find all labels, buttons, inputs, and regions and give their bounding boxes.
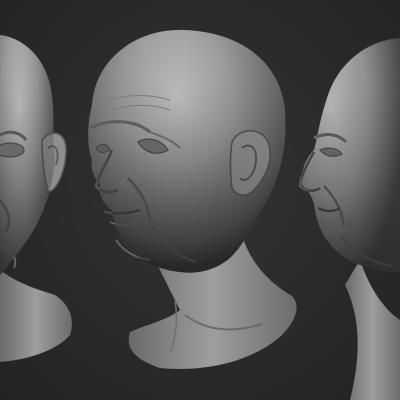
head-left-neck — [0, 270, 72, 362]
head-left — [0, 35, 72, 362]
head-center — [88, 29, 297, 369]
sculpt-viewport — [0, 0, 400, 400]
head-right — [298, 38, 400, 400]
sculpt-render — [0, 29, 400, 400]
head-right-neck — [345, 260, 400, 400]
